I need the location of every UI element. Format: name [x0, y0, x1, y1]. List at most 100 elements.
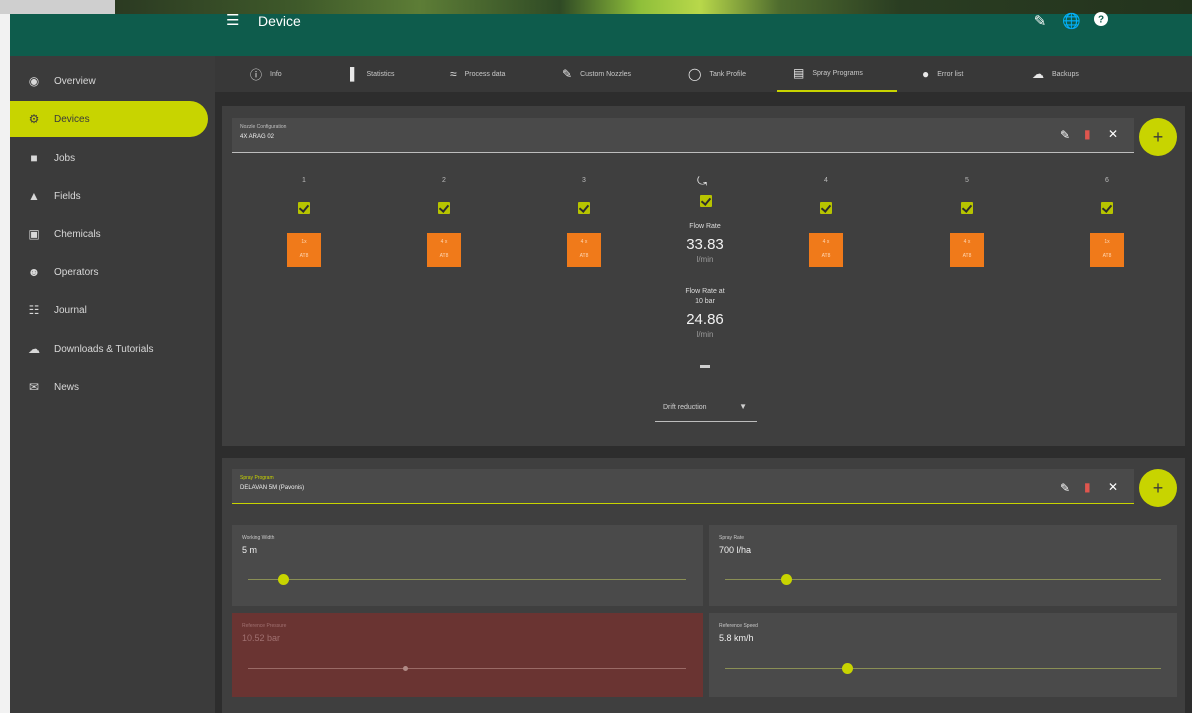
window-edge [0, 14, 10, 713]
nozzle-count: 4 x [580, 239, 588, 245]
cloud-upload-icon: ☁ [1032, 67, 1044, 81]
nozzle-type: AT8 [439, 253, 449, 259]
nozzle-tile[interactable]: 4 x AT8 [809, 233, 843, 267]
reference-pressure-label: Reference Pressure [242, 623, 287, 629]
section-checkbox[interactable] [438, 202, 450, 214]
sidebar-item-operators[interactable]: ☻ Operators [10, 254, 208, 290]
reference-speed-slider-track[interactable] [725, 668, 1161, 669]
tab-error-list[interactable]: ● Error list [922, 56, 963, 92]
delete-icon[interactable]: ▮ [1084, 480, 1091, 494]
tab-spray-programs[interactable]: ▤ Spray Programs [777, 56, 897, 92]
tab-info[interactable]: ⓘ Info [250, 56, 282, 92]
close-icon[interactable]: ✕ [1108, 127, 1118, 141]
eye-icon: ◉ [28, 74, 40, 88]
reference-speed-slider-handle[interactable] [841, 663, 853, 674]
nozzle-type: AT8 [962, 253, 972, 259]
reference-pressure-panel: Reference Pressure 10.52 bar [232, 613, 703, 697]
nozzle-configuration-field[interactable]: Nozzle Configuration 4X ARAG 02 [232, 118, 1134, 153]
tab-tank-profile[interactable]: ◯ Tank Profile [688, 56, 746, 92]
nozzle-tile[interactable]: 4 x AT8 [427, 233, 461, 267]
sidebar-item-overview[interactable]: ◉ Overview [10, 63, 208, 99]
section-checkbox[interactable] [1101, 202, 1113, 214]
reference-pressure-slider-track[interactable] [248, 668, 686, 669]
tab-process-data[interactable]: ≈ Process data [450, 56, 505, 92]
edit-icon[interactable]: ✎ [1060, 128, 1070, 142]
info-icon: ⓘ [250, 67, 263, 82]
tab-statistics[interactable]: ▌ Statistics [350, 56, 395, 92]
nozzle-type: AT8 [1102, 253, 1112, 259]
working-width-slider-handle[interactable] [277, 574, 289, 585]
tractor-icon: ⚙ [28, 112, 40, 126]
rotate-arrow-icon[interactable]: ⤿ [697, 174, 707, 189]
tab-backups[interactable]: ☁ Backups [1032, 56, 1079, 92]
tab-label: Error list [937, 70, 964, 78]
section-checkbox[interactable] [578, 202, 590, 214]
reference-speed-value: 5.8 km/h [719, 633, 754, 643]
section-checkbox[interactable] [298, 202, 310, 214]
flow-rate-unit: l/min [696, 255, 714, 264]
nozzle-count: 4 x [440, 239, 448, 245]
reference-pressure-slider-handle[interactable] [403, 666, 409, 671]
page-title: Device [258, 13, 301, 29]
flow-rate-value: 33.83 [686, 236, 724, 253]
drift-reduction-select[interactable]: Drift reduction ▼ [655, 388, 757, 422]
tab-label: Statistics [366, 70, 395, 78]
nozzle-tile[interactable]: 1x AT8 [1090, 233, 1124, 267]
divider-dash [700, 365, 710, 368]
document-icon: ▤ [793, 66, 805, 80]
globe-icon[interactable]: 🌐 [1062, 12, 1081, 30]
tab-label: Tank Profile [709, 70, 747, 78]
nozzle-type: AT8 [299, 253, 309, 259]
sidebar-item-label: Journal [54, 304, 87, 316]
sidebar-item-label: Jobs [54, 152, 76, 164]
sidebar-item-downloads[interactable]: ☁ Downloads & Tutorials [10, 331, 208, 367]
sidebar-item-chemicals[interactable]: ▣ Chemicals [10, 216, 208, 252]
tab-custom-nozzles[interactable]: ✎ Custom Nozzles [562, 56, 631, 92]
working-width-slider-track[interactable] [248, 579, 686, 580]
flow-rate-10bar-block: Flow Rate at 10 bar 24.86 l/min [665, 287, 745, 339]
section-checkbox[interactable] [961, 202, 973, 214]
flow-rate-label: Flow Rate [689, 223, 721, 230]
field-value: 4X ARAG 02 [240, 134, 275, 140]
delete-icon[interactable]: ▮ [1084, 127, 1091, 141]
section-number: 6 [1105, 177, 1109, 184]
section-checkbox[interactable] [820, 202, 832, 214]
spray-rate-slider-handle[interactable] [780, 574, 792, 585]
svg-text:?: ? [1098, 15, 1104, 26]
select-value: Drift reduction [663, 404, 707, 411]
sidebar-item-label: Devices [54, 113, 90, 125]
working-width-label: Working Width [242, 535, 275, 541]
sidebar-item-fields[interactable]: ▲ Fields [10, 178, 208, 214]
nozzle-icon: ✎ [562, 67, 573, 81]
add-nozzle-config-button[interactable]: + [1139, 118, 1177, 156]
section-number: 2 [442, 177, 446, 184]
sidebar-item-news[interactable]: ✉ News [10, 369, 208, 405]
working-width-panel: Working Width 5 m [232, 525, 703, 606]
edit-icon[interactable]: ✎ [1060, 481, 1070, 495]
flow-rate-block: Flow Rate 33.83 l/min [665, 222, 745, 264]
mail-icon: ✉ [28, 380, 40, 394]
section-number: 4 [824, 177, 828, 184]
sidebar-item-devices[interactable]: ⚙ Devices [10, 101, 208, 137]
sidebar-item-jobs[interactable]: ■ Jobs [10, 140, 208, 176]
nozzle-tile[interactable]: 4 x AT8 [567, 233, 601, 267]
sidebar-item-label: News [54, 381, 80, 393]
nozzle-tile[interactable]: 1x AT8 [287, 233, 321, 267]
sidebar-item-journal[interactable]: ☷ Journal [10, 292, 208, 328]
add-spray-program-button[interactable]: + [1139, 469, 1177, 507]
tab-label: Backups [1052, 70, 1079, 78]
nozzle-type: AT8 [579, 253, 589, 259]
sidebar-item-label: Operators [54, 266, 99, 278]
hamburger-menu-icon[interactable]: ☰ [226, 13, 240, 29]
spray-rate-panel: Spray Rate 700 l/ha [709, 525, 1177, 606]
help-icon[interactable]: ? [1092, 12, 1110, 30]
background-photo-strip [0, 0, 1192, 14]
center-checkbox[interactable] [700, 195, 712, 207]
section-number: 5 [965, 177, 969, 184]
edit-pencil-icon[interactable]: ✎ [1031, 12, 1049, 30]
nozzle-tile[interactable]: 4 x AT8 [950, 233, 984, 267]
tab-label: Spray Programs [812, 69, 863, 77]
field-label: Nozzle Configuration [240, 124, 287, 130]
spray-program-field[interactable]: Spray Program DELAVAN 5M (Pavonis) [232, 469, 1134, 504]
close-icon[interactable]: ✕ [1108, 480, 1118, 494]
